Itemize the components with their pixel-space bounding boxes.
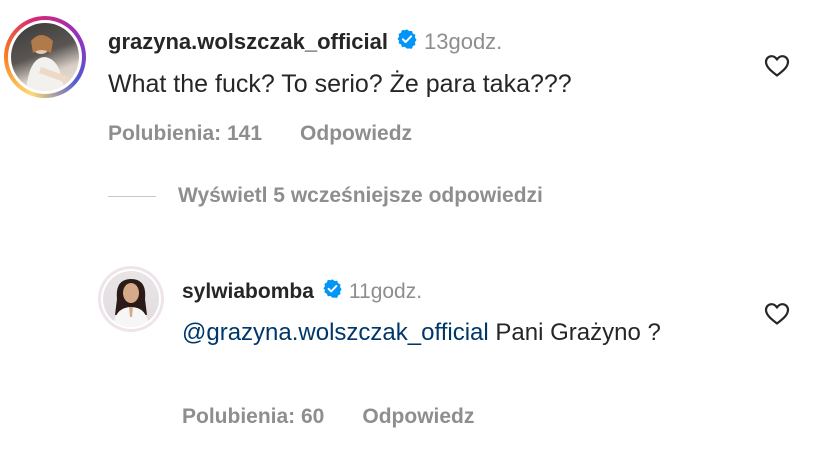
- comment-body: Pani Grażyno ?: [495, 319, 661, 346]
- comment-actions: Polubienia: 60 Odpowiedz: [182, 405, 474, 429]
- heart-outline-icon[interactable]: [764, 54, 790, 83]
- mention-link[interactable]: @grazyna.wolszczak_official: [182, 319, 489, 346]
- reply-button[interactable]: Odpowiedz: [362, 405, 474, 429]
- story-ring[interactable]: [98, 266, 164, 332]
- comment-time: 11godz.: [348, 279, 423, 303]
- comment-actions: Polubienia: 141 Odpowiedz: [108, 122, 412, 146]
- story-ring[interactable]: [4, 16, 86, 98]
- verified-badge-icon: [322, 278, 343, 305]
- view-replies-label[interactable]: Wyświetl 5 wcześniejsze odpowiedzi: [178, 184, 543, 208]
- likes-count[interactable]: Polubienia: 141: [108, 122, 262, 146]
- heart-outline-icon[interactable]: [764, 302, 790, 331]
- view-previous-replies[interactable]: Wyświetl 5 wcześniejsze odpowiedzi: [108, 184, 543, 208]
- user-avatar-photo: [103, 271, 159, 327]
- comment-text: @grazyna.wolszczak_official Pani Grażyno…: [182, 316, 702, 351]
- comment-time: 13godz.: [424, 29, 503, 54]
- divider-line: [108, 195, 156, 197]
- comment-header: sylwiabomba 11godz.: [182, 278, 422, 305]
- comment-text: What the fuck? To serio? Że para taka???: [108, 70, 572, 98]
- reply-button[interactable]: Odpowiedz: [300, 122, 412, 146]
- user-avatar-photo: [11, 23, 79, 91]
- username[interactable]: sylwiabomba: [182, 280, 314, 304]
- comment-header: grazyna.wolszczak_official 13godz.: [108, 28, 502, 56]
- likes-count[interactable]: Polubienia: 60: [182, 405, 324, 429]
- verified-badge-icon: [396, 28, 418, 56]
- username[interactable]: grazyna.wolszczak_official: [108, 29, 388, 55]
